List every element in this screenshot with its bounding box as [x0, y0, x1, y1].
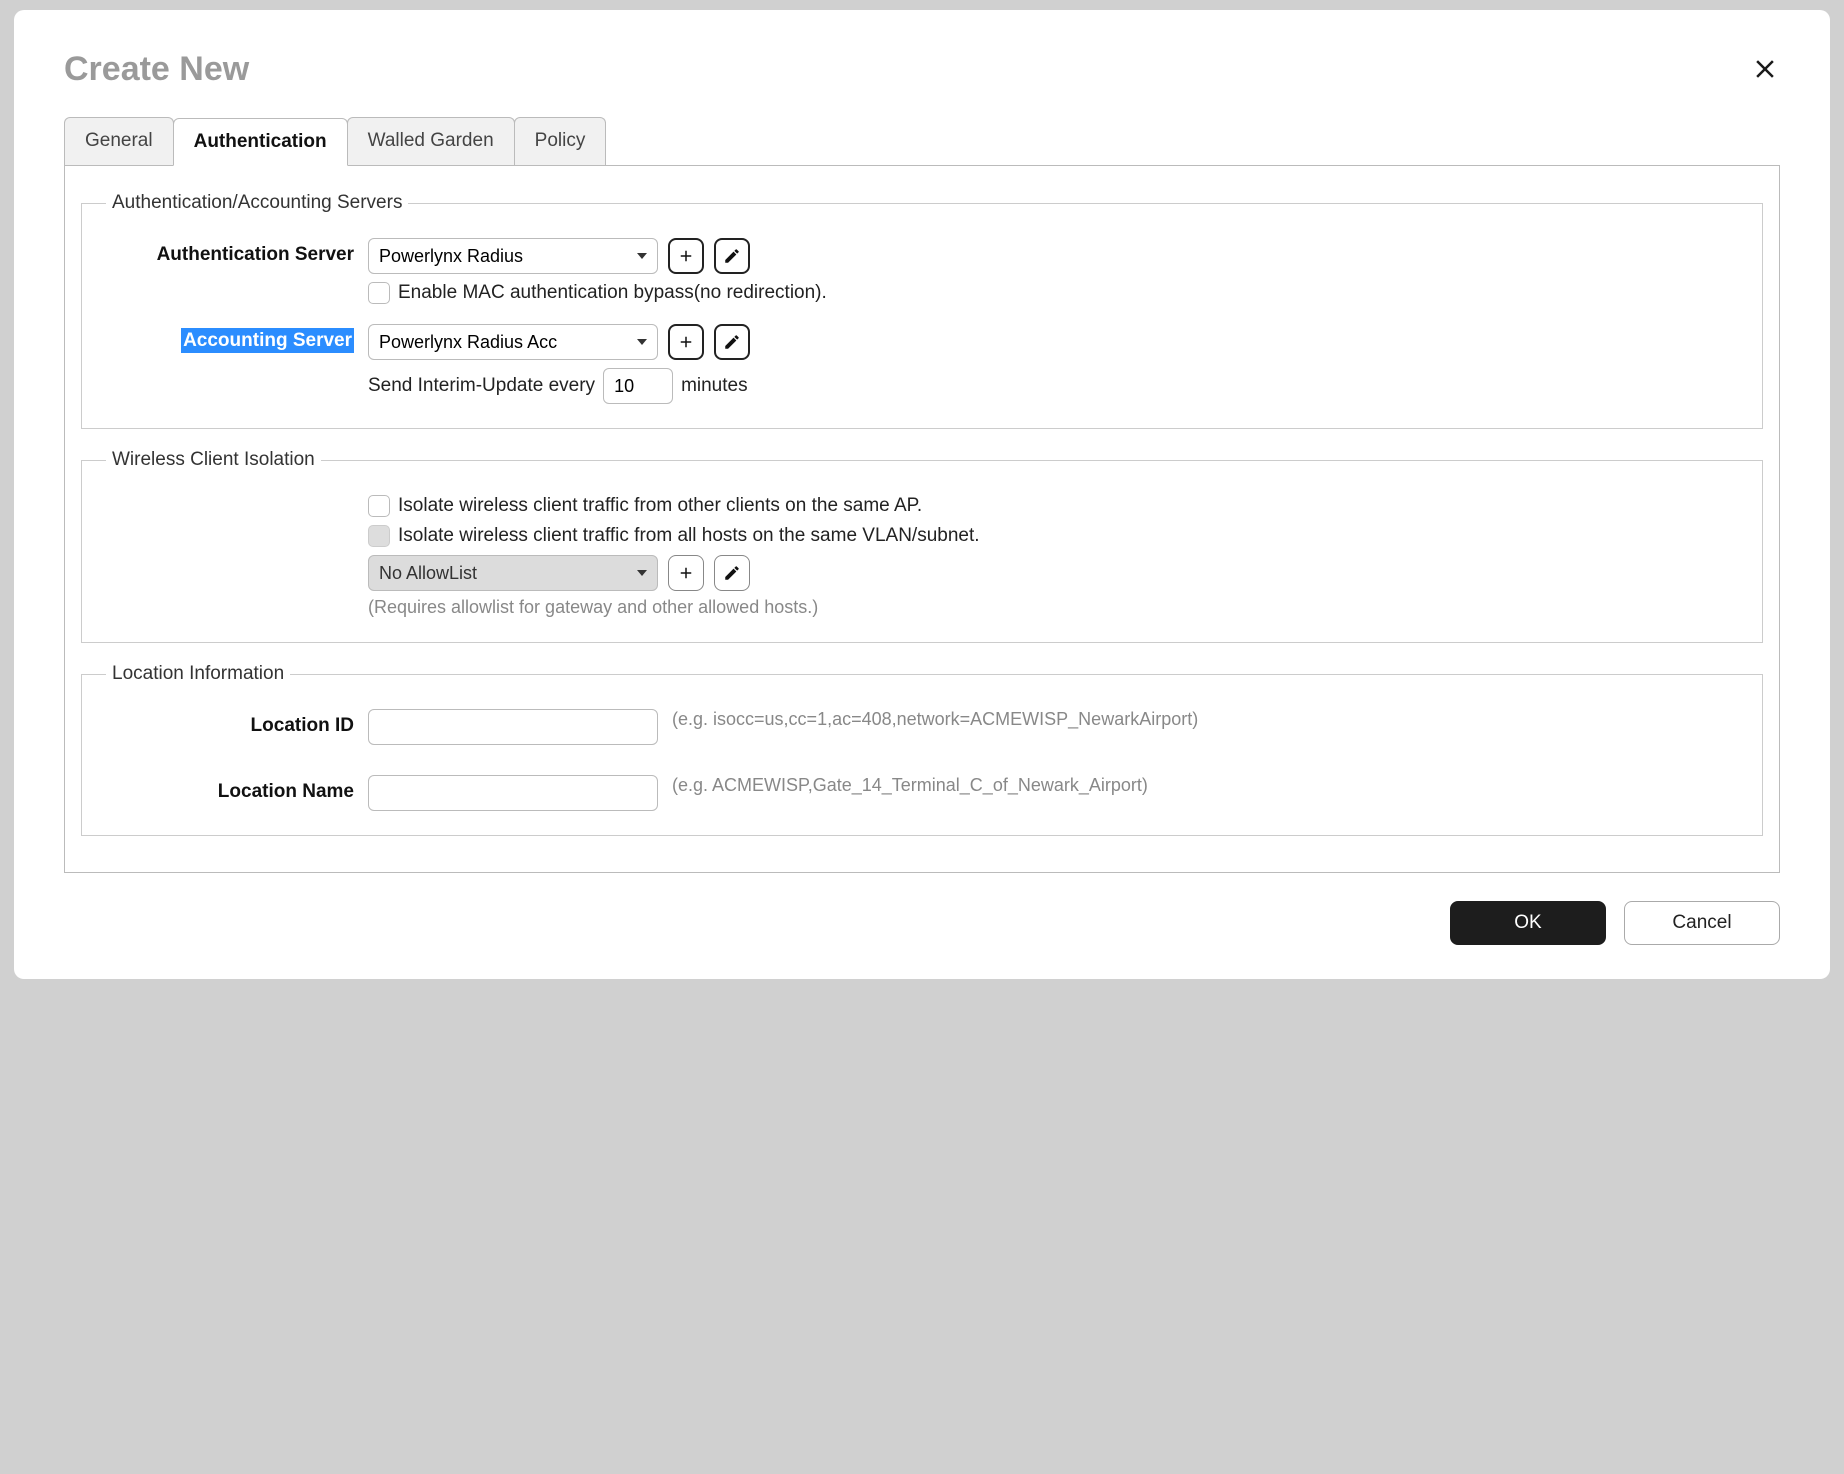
location-id-hint: (e.g. isocc=us,cc=1,ac=408,network=ACMEW… [672, 709, 1744, 730]
isolation-legend: Wireless Client Isolation [106, 449, 321, 471]
interim-prefix: Send Interim-Update every [368, 375, 595, 397]
accounting-server-edit-button[interactable] [714, 324, 750, 360]
location-id-label: Location ID [100, 709, 368, 737]
plus-icon [677, 333, 695, 351]
tab-bar: General Authentication Walled Garden Pol… [64, 117, 1780, 165]
close-button[interactable] [1750, 54, 1780, 90]
plus-icon [677, 247, 695, 265]
auth-servers-legend: Authentication/Accounting Servers [106, 192, 408, 214]
location-legend: Location Information [106, 663, 290, 685]
accounting-server-add-button[interactable] [668, 324, 704, 360]
auth-server-label: Authentication Server [100, 238, 368, 266]
location-name-hint: (e.g. ACMEWISP,Gate_14_Terminal_C_of_New… [672, 775, 1744, 796]
isolate-same-ap-label: Isolate wireless client traffic from oth… [398, 495, 922, 517]
tab-authentication[interactable]: Authentication [173, 118, 348, 166]
auth-server-add-button[interactable] [668, 238, 704, 274]
ok-button[interactable]: OK [1450, 901, 1606, 945]
create-new-modal: Create New General Authentication Walled… [14, 10, 1830, 979]
allowlist-select[interactable]: No AllowList [368, 555, 658, 591]
isolate-vlan-label: Isolate wireless client traffic from all… [398, 525, 980, 547]
cancel-button[interactable]: Cancel [1624, 901, 1780, 945]
auth-server-edit-button[interactable] [714, 238, 750, 274]
close-icon [1750, 54, 1780, 84]
allowlist-edit-button[interactable] [714, 555, 750, 591]
auth-server-select[interactable]: Powerlynx Radius [368, 238, 658, 274]
pencil-icon [723, 247, 741, 265]
interim-minutes-input[interactable] [603, 368, 673, 404]
allowlist-add-button[interactable] [668, 555, 704, 591]
accounting-server-select[interactable]: Powerlynx Radius Acc [368, 324, 658, 360]
tab-policy[interactable]: Policy [514, 117, 607, 165]
modal-footer: OK Cancel [64, 901, 1780, 945]
location-fieldset: Location Information Location ID (e.g. i… [81, 663, 1763, 836]
tab-walled-garden[interactable]: Walled Garden [347, 117, 515, 165]
location-name-label: Location Name [100, 775, 368, 803]
isolate-same-ap-checkbox[interactable] [368, 495, 390, 517]
mac-bypass-label: Enable MAC authentication bypass(no redi… [398, 282, 827, 304]
location-id-input[interactable] [368, 709, 658, 745]
location-name-input[interactable] [368, 775, 658, 811]
tab-general[interactable]: General [64, 117, 174, 165]
interim-suffix: minutes [681, 375, 748, 397]
isolate-vlan-checkbox[interactable] [368, 525, 390, 547]
plus-icon [677, 564, 695, 582]
tab-panel-authentication: Authentication/Accounting Servers Authen… [64, 165, 1780, 873]
pencil-icon [723, 333, 741, 351]
auth-servers-fieldset: Authentication/Accounting Servers Authen… [81, 192, 1763, 429]
mac-bypass-checkbox[interactable] [368, 282, 390, 304]
allowlist-hint: (Requires allowlist for gateway and othe… [368, 597, 1744, 618]
isolation-fieldset: Wireless Client Isolation Isolate wirele… [81, 449, 1763, 643]
modal-title: Create New [64, 50, 1780, 89]
accounting-server-label: Accounting Server [100, 324, 368, 352]
pencil-icon [723, 564, 741, 582]
